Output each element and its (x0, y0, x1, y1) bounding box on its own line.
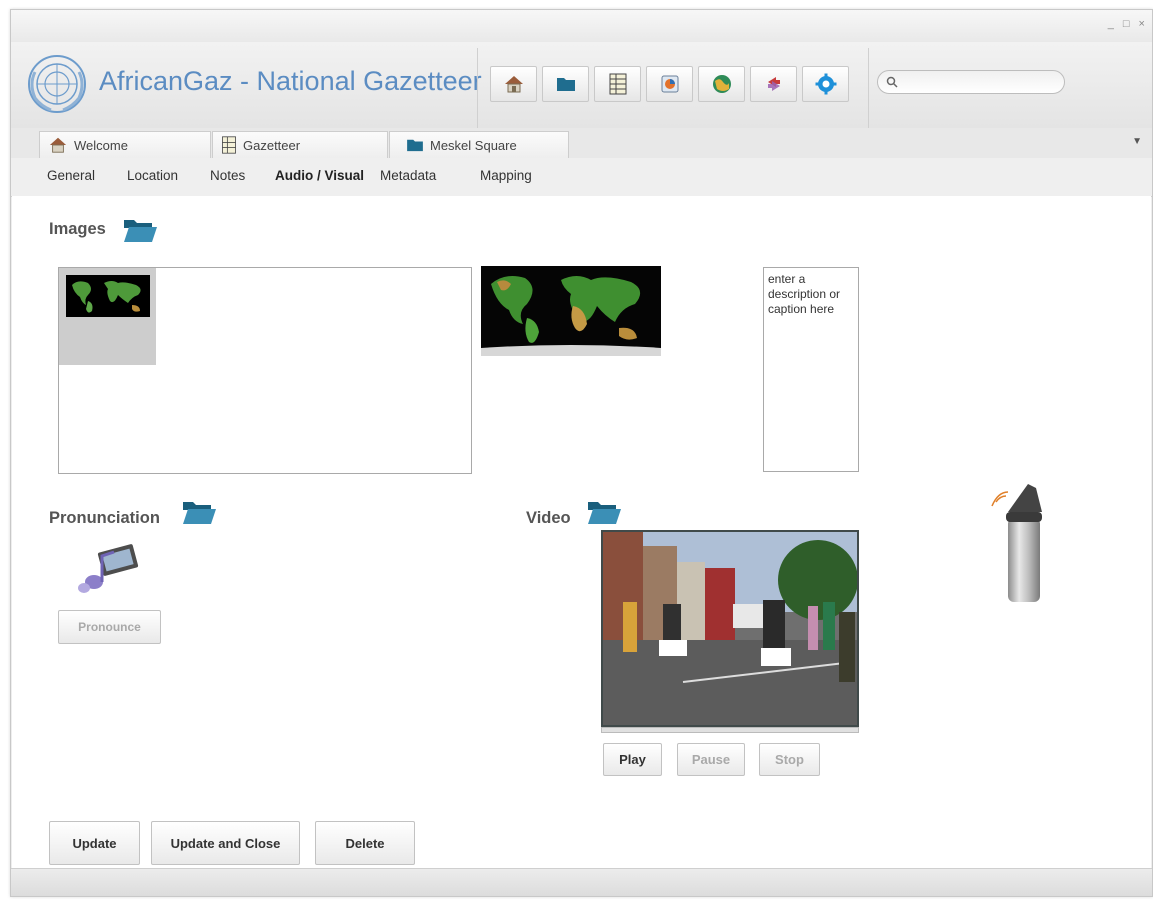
audio-visual-panel: Images enter a description or caption he… (12, 196, 1151, 870)
tab-label: Welcome (74, 137, 128, 153)
play-button[interactable]: Play (603, 743, 662, 776)
tab-dropdown-icon[interactable]: ▼ (1132, 136, 1142, 147)
chart-icon (661, 75, 678, 93)
app-window: _ □ × AfricanGaz - National Gazetteer We… (10, 9, 1153, 897)
settings-button[interactable] (802, 66, 849, 102)
settings-gear-icon (815, 73, 836, 95)
video-frame (603, 532, 857, 725)
un-emblem-logo (28, 55, 86, 113)
open-folder-icon[interactable] (181, 498, 217, 526)
world-map-preview-image (481, 266, 661, 356)
title-bar: _ □ × (11, 10, 1152, 43)
image-description-field[interactable]: enter a description or caption here (763, 267, 859, 472)
chart-button[interactable] (646, 66, 693, 102)
tab-notes[interactable]: Notes (210, 168, 245, 183)
header-divider (477, 48, 478, 128)
main-toolbar (484, 64, 864, 104)
video-progress-bar[interactable] (601, 727, 859, 733)
update-and-close-button[interactable]: Update and Close (151, 821, 300, 865)
pronounce-button[interactable]: Pronounce (58, 610, 161, 644)
tab-metadata[interactable]: Metadata (380, 168, 436, 183)
video-player[interactable] (601, 530, 859, 727)
home-button[interactable] (490, 66, 537, 102)
tab-label: Gazetteer (243, 137, 301, 153)
tab-gazetteer[interactable]: Gazetteer (212, 131, 388, 158)
app-header: AfricanGaz - National Gazetteer (11, 42, 1152, 129)
image-list[interactable] (58, 267, 472, 474)
tab-general[interactable]: General (47, 168, 95, 183)
home-icon (504, 76, 523, 93)
section-tabs: General Location Notes Audio / Visual Me… (11, 158, 1152, 197)
sync-icon (767, 77, 780, 91)
trash-can-icon[interactable] (962, 472, 1086, 626)
tab-welcome[interactable]: Welcome (39, 131, 211, 158)
window-controls[interactable]: _ □ × (1108, 18, 1148, 30)
tab-location[interactable]: Location (127, 168, 178, 183)
tab-mapping[interactable]: Mapping (480, 168, 532, 183)
delete-button[interactable]: Delete (315, 821, 415, 865)
open-folder-icon[interactable] (586, 498, 622, 526)
tab-meskel-square[interactable]: Meskel Square (389, 131, 569, 158)
gazetteer-button[interactable] (594, 66, 641, 102)
update-button[interactable]: Update (49, 821, 140, 865)
tab-audio-visual[interactable]: Audio / Visual (275, 168, 364, 183)
folder-button[interactable] (542, 66, 589, 102)
pause-button[interactable]: Pause (677, 743, 745, 776)
sync-button[interactable] (750, 66, 797, 102)
status-bar (11, 868, 1152, 896)
globe-icon (712, 75, 731, 93)
pronunciation-heading: Pronunciation (49, 509, 160, 527)
search-input[interactable] (902, 74, 1056, 92)
tab-label: Meskel Square (430, 137, 517, 153)
home-icon (49, 137, 67, 153)
video-heading: Video (526, 509, 571, 527)
stop-button[interactable]: Stop (759, 743, 820, 776)
app-title: AfricanGaz - National Gazetteer (99, 66, 482, 96)
document-tab-bar: Welcome Gazetteer Meskel Square ▼ (11, 128, 1152, 159)
search-box[interactable] (877, 70, 1065, 94)
folder-icon (407, 139, 423, 152)
selected-image-thumbnail[interactable] (59, 268, 156, 365)
world-map-thumbnail (66, 275, 150, 317)
folder-icon (556, 78, 575, 91)
images-heading: Images (49, 220, 106, 238)
search-icon (886, 76, 898, 88)
gazetteer-table-icon (609, 73, 626, 95)
audio-media-icon (78, 544, 139, 593)
open-folder-icon[interactable] (122, 216, 158, 244)
globe-button[interactable] (698, 66, 745, 102)
gazetteer-table-icon (222, 136, 236, 154)
header-divider-2 (868, 48, 869, 128)
